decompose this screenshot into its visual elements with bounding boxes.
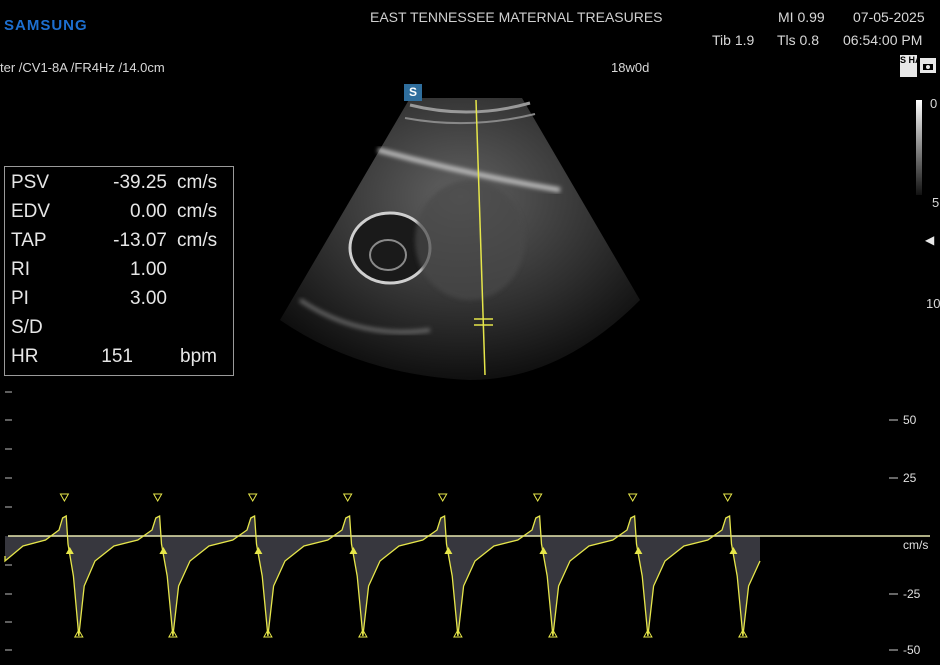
velocity-tick-25: 25 — [903, 471, 917, 485]
measurement-label: PSV — [11, 172, 50, 193]
measurement-row-psv: PSV -39.25 cm/s — [5, 169, 233, 198]
measurement-value: 1.00 — [130, 259, 167, 280]
measurement-label: PI — [11, 288, 29, 309]
end-diastole-marker — [532, 493, 543, 503]
exam-time: 06:54:00 PM — [843, 32, 923, 48]
end-diastole-marker — [152, 493, 163, 503]
measurement-label: RI — [11, 259, 30, 280]
end-diastole-marker — [247, 493, 258, 503]
measurement-value: 0.00 — [130, 201, 167, 222]
gestational-age: 18w0d — [611, 60, 650, 75]
camera-icon[interactable] — [919, 56, 937, 74]
camera-icon-glyph — [920, 58, 936, 73]
measurement-label: S/D — [11, 317, 43, 338]
measurement-label: TAP — [11, 230, 47, 251]
facility-name: EAST TENNESSEE MATERNAL TREASURES — [370, 9, 663, 25]
end-diastole-marker — [437, 493, 448, 503]
spectral-band — [475, 516, 570, 636]
measurement-value: 3.00 — [130, 288, 167, 309]
brand-logo: SAMSUNG — [4, 17, 88, 34]
thermal-index-bone: Tib 1.9 — [712, 32, 755, 48]
velocity-unit: cm/s — [903, 538, 929, 552]
end-diastole-marker — [59, 493, 70, 503]
spectral-band — [285, 516, 380, 636]
measurement-row-edv: EDV 0.00 cm/s — [5, 198, 233, 227]
depth-scale-top: 0 — [930, 96, 938, 111]
end-diastole-marker — [342, 493, 353, 503]
velocity-tick-50: 50 — [903, 413, 917, 427]
measurement-unit: cm/s — [177, 230, 218, 251]
left-scale-ticks — [5, 391, 12, 651]
depth-scale-mid: 5 — [932, 195, 940, 210]
thermal-index-soft-tissue: Tls 0.8 — [777, 32, 820, 48]
spectral-band — [665, 516, 760, 636]
probe-settings: ter /CV1-8A /FR4Hz /14.0cm — [0, 60, 165, 75]
mechanical-index: MI 0.99 — [778, 9, 825, 25]
measurement-value: -39.25 — [113, 172, 167, 193]
end-diastole-marker — [627, 493, 638, 503]
spectral-band — [190, 516, 285, 636]
measurement-row-hr: HR 151 bpm — [5, 343, 233, 372]
measurement-row-ri: RI 1.00 — [5, 256, 233, 285]
focus-marker-icon[interactable]: ◀ — [925, 233, 934, 247]
measurement-label: HR — [11, 346, 39, 367]
measurement-unit: bpm — [180, 346, 217, 367]
spectral-band — [570, 516, 665, 636]
spectral-band — [380, 516, 475, 636]
spectral-band — [95, 516, 190, 636]
measurement-panel: PSV -39.25 cm/s EDV 0.00 cm/s TAP -13.07… — [4, 166, 234, 376]
exam-date: 07-05-2025 — [853, 9, 925, 25]
measurement-unit: cm/s — [177, 172, 218, 193]
s-orientation-badge: S — [404, 84, 422, 101]
measurement-label: EDV — [11, 201, 51, 222]
measurement-row-sd: S/D — [5, 314, 233, 343]
har-badge: S HAR — [900, 55, 928, 77]
velocity-tick-neg25: -25 — [903, 587, 921, 601]
measurement-value: -13.07 — [113, 230, 167, 251]
measurement-row-pi: PI 3.00 — [5, 285, 233, 314]
measurement-unit: cm/s — [177, 201, 218, 222]
measurement-row-tap: TAP -13.07 cm/s — [5, 227, 233, 256]
spectral-band — [5, 516, 95, 636]
measurement-value: 151 — [101, 346, 133, 367]
grayscale-bar — [916, 100, 922, 195]
end-diastole-marker — [722, 493, 733, 503]
depth-scale-bottom: 10 — [926, 296, 940, 311]
right-scale-ticks — [889, 419, 898, 651]
ultrasound-screen: SAMSUNG EAST TENNESSEE MATERNAL TREASURE… — [0, 0, 940, 665]
velocity-tick-neg50: -50 — [903, 643, 921, 657]
